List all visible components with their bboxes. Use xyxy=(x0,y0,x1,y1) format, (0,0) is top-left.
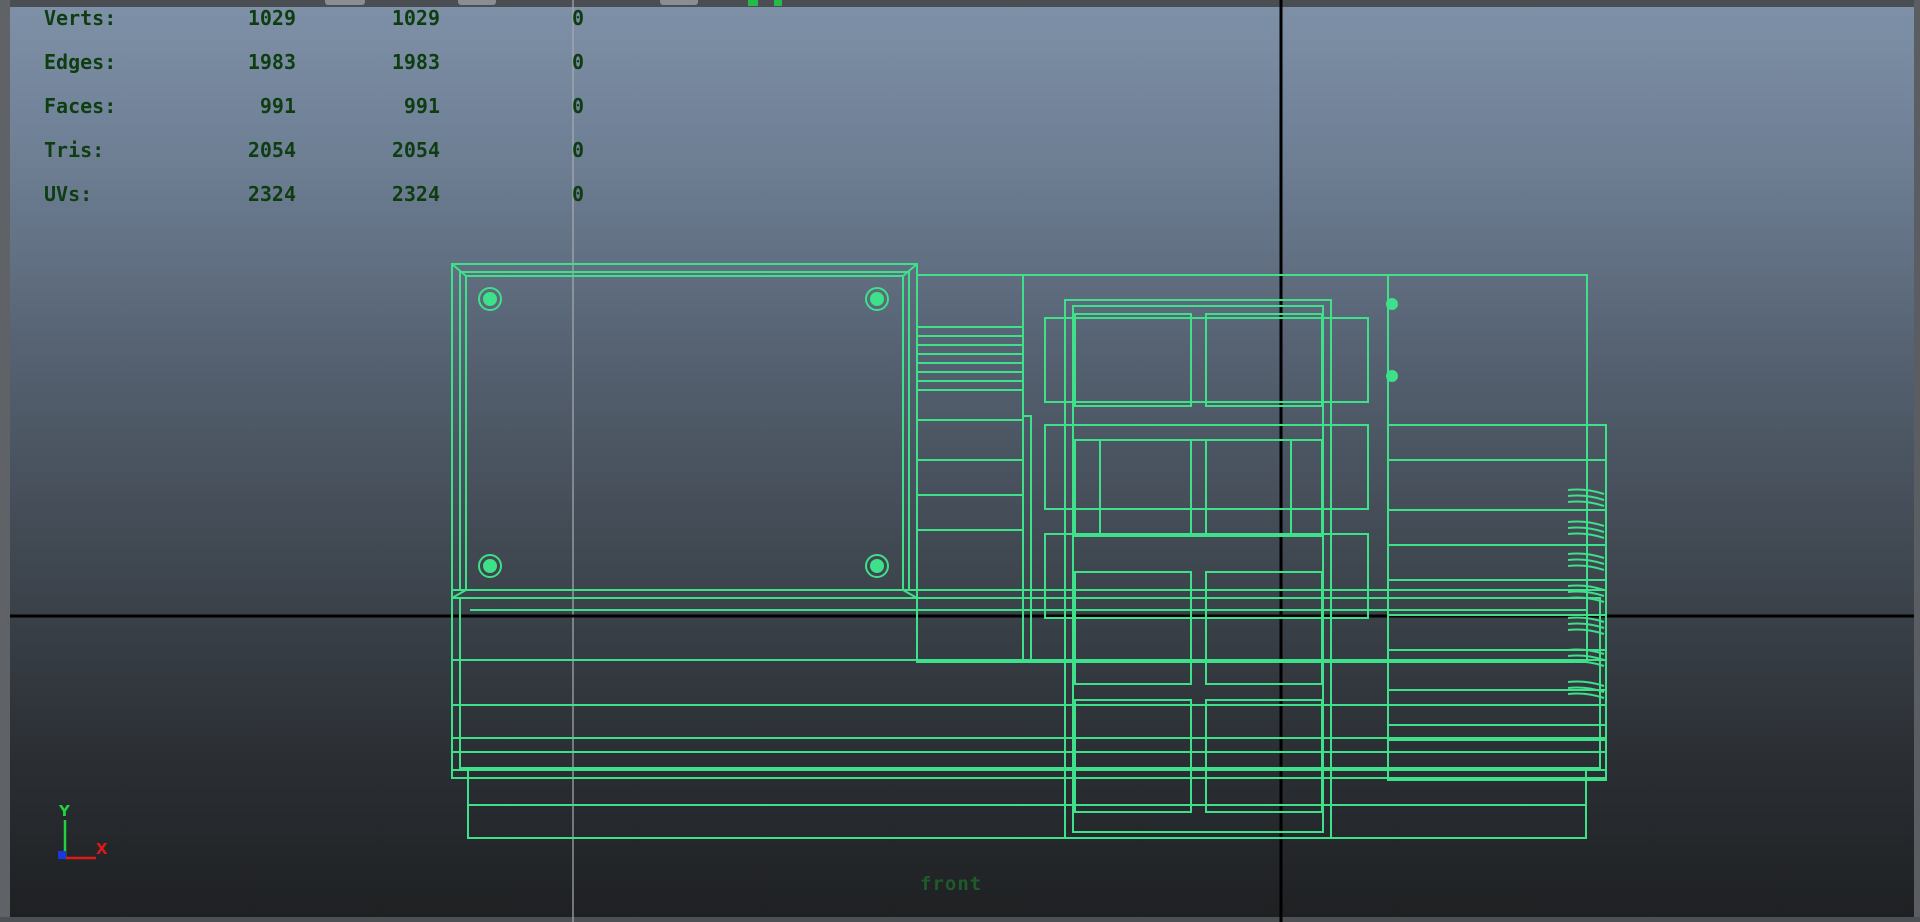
hud-object-count: 1029 xyxy=(247,6,296,30)
hud-selected-count: 1983 xyxy=(391,50,440,74)
wire-upper-housing xyxy=(916,274,1588,663)
wire-knob xyxy=(1386,370,1398,382)
wire-button xyxy=(1205,439,1323,537)
front-viewport[interactable]: Verts: 1029 1029 0 Edges: 1983 1983 0 Faces: 991 9… xyxy=(0,0,1920,922)
wire-button xyxy=(1205,313,1323,407)
wire-screw-head xyxy=(483,559,497,573)
axis-gizmo-icon: Y X xyxy=(58,802,108,860)
hud-object-count: 991 xyxy=(259,94,296,118)
wire-left-housing xyxy=(451,263,918,599)
wire-screw-head xyxy=(870,292,884,306)
hud-object-count: 2054 xyxy=(247,138,296,162)
wire-left-panel xyxy=(465,275,904,591)
wire-right-housing xyxy=(1387,274,1588,663)
axis-y-label: Y xyxy=(58,802,71,820)
hud-selected-count: 2054 xyxy=(391,138,440,162)
wire-screw-head xyxy=(483,292,497,306)
hud-component-count: 0 xyxy=(571,6,584,30)
wire-button xyxy=(1205,571,1323,685)
camera-name-label: front xyxy=(920,873,983,895)
hud-component-count: 0 xyxy=(571,94,584,118)
wire-button xyxy=(1074,313,1192,407)
hud-component-count: 0 xyxy=(571,50,584,74)
wire-right-extension xyxy=(1387,424,1607,781)
wire-screw-head xyxy=(870,559,884,573)
axis-z-marker xyxy=(58,851,66,859)
hud-selected-count: 1029 xyxy=(391,6,440,30)
wire-side-strip xyxy=(1022,415,1032,662)
wire-tower xyxy=(1064,299,1332,839)
hud-selected-count: 991 xyxy=(403,94,440,118)
hud-stat-label: Faces: xyxy=(44,94,117,118)
wire-button xyxy=(1074,699,1192,813)
wire-bevel-edge xyxy=(451,589,467,599)
mesh-wireframe[interactable] xyxy=(451,263,1607,839)
wire-display xyxy=(1099,439,1292,537)
hud-component-count: 0 xyxy=(571,138,584,162)
wire-bevel-edge xyxy=(902,589,918,599)
wire-button xyxy=(1074,571,1192,685)
wire-button xyxy=(1205,699,1323,813)
wire-base xyxy=(451,589,1607,779)
hud-stat-label: UVs: xyxy=(44,182,93,206)
hud-object-count: 2324 xyxy=(247,182,296,206)
wire-button xyxy=(1074,439,1192,537)
hud-stat-label: Tris: xyxy=(44,138,105,162)
wire-knob xyxy=(1386,298,1398,310)
hud-component-count: 0 xyxy=(571,182,584,206)
wire-left-housing-inner xyxy=(459,271,910,591)
axis-x-label: X xyxy=(96,840,108,858)
hud-selected-count: 2324 xyxy=(391,182,440,206)
hud-object-count: 1983 xyxy=(247,50,296,74)
hud-stat-label: Edges: xyxy=(44,50,117,74)
wire-tower-inner xyxy=(1072,305,1324,833)
hud-stat-label: Verts: xyxy=(44,6,117,30)
